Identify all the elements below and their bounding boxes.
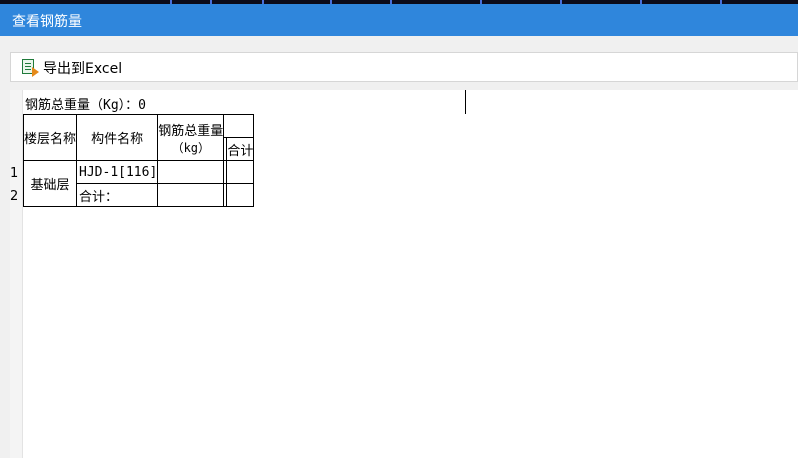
header-total-weight: 钢筋总重量 （kg）: [157, 114, 225, 161]
subtotal-cell: [226, 183, 255, 207]
excel-export-icon: [21, 59, 39, 77]
weight-cell: [157, 183, 225, 207]
component-cell: 合计：: [76, 183, 159, 207]
row-number: 2: [10, 189, 19, 204]
floor-cell: 基础层: [22, 160, 78, 207]
export-button-label: 导出到Excel: [43, 61, 123, 77]
header-subtotal: 合计: [226, 137, 255, 161]
header-group-cell: [223, 114, 255, 138]
header-component-name: 构件名称: [76, 114, 159, 161]
toolbar: 导出到Excel: [10, 52, 798, 82]
summary-label: 钢筋总重量: [25, 98, 91, 113]
summary-value: （Kg）：0: [90, 98, 146, 113]
header-floor-name: 楼层名称: [22, 114, 78, 161]
rebar-table: 楼层名称 构件名称 钢筋总重量 （kg） 合计 基础层 HJD-1[116] 合…: [22, 114, 255, 207]
row-number-gutter: 1 2: [10, 90, 23, 458]
row-number: 1: [10, 166, 19, 181]
header-total-weight-unit: （kg）: [171, 140, 211, 155]
component-cell: HJD-1[116]: [76, 160, 159, 184]
window-title: 查看钢筋量: [12, 14, 82, 30]
title-bar[interactable]: 查看钢筋量: [0, 4, 798, 36]
report-view[interactable]: 1 2 钢筋总重量（Kg）：0 楼层名称 构件名称 钢筋总重量 （kg） 合计 …: [10, 90, 798, 458]
total-weight-summary: 钢筋总重量（Kg）：0: [25, 94, 146, 113]
table-row: 基础层 HJD-1[116]: [22, 160, 255, 207]
export-to-excel-button[interactable]: 导出到Excel: [19, 56, 126, 80]
header-row: 楼层名称 构件名称 钢筋总重量 （kg）: [22, 114, 255, 161]
weight-cell: [157, 160, 225, 184]
report-frame-border: [465, 90, 466, 114]
header-total-weight-label: 钢筋总重量: [158, 123, 224, 139]
subtotal-cell: [226, 160, 255, 184]
